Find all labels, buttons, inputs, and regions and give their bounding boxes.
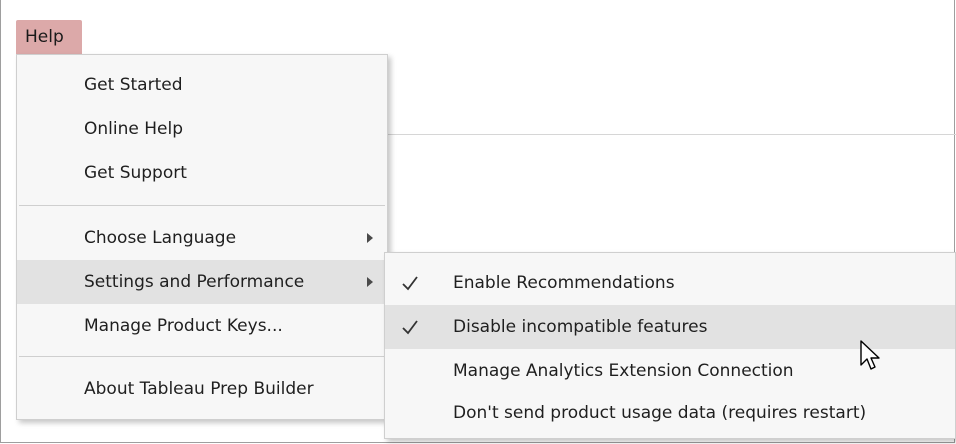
menu-item-label: Choose Language — [84, 228, 237, 248]
menu-item-online-help[interactable]: Online Help — [17, 107, 387, 151]
menu-help-label: Help — [25, 27, 64, 47]
submenu-item-label: Manage Analytics Extension Connection — [453, 361, 794, 381]
help-menu: Get Started Online Help Get Support Choo… — [16, 54, 388, 420]
menu-item-manage-product-keys[interactable]: Manage Product Keys... — [17, 304, 387, 348]
chevron-right-icon — [367, 233, 373, 243]
menu-item-label: Get Support — [84, 163, 187, 183]
menu-item-get-support[interactable]: Get Support — [17, 151, 387, 195]
menu-separator — [19, 205, 385, 206]
chevron-right-icon — [367, 277, 373, 287]
checkmark-icon — [402, 320, 418, 335]
menu-item-get-started[interactable]: Get Started — [17, 63, 387, 107]
submenu-item-label: Don't send product usage data (requires … — [453, 403, 867, 423]
menu-item-label: Settings and Performance — [84, 272, 305, 292]
checkmark-icon — [402, 276, 418, 291]
submenu-item-label: Disable incompatible features — [453, 317, 708, 337]
submenu-item-label: Enable Recommendations — [453, 273, 675, 293]
menu-item-settings-and-performance[interactable]: Settings and Performance — [17, 260, 387, 304]
menu-help[interactable]: Help — [16, 20, 82, 54]
menu-item-choose-language[interactable]: Choose Language — [17, 216, 387, 260]
menu-item-label: About Tableau Prep Builder — [84, 379, 314, 399]
menu-item-label: Manage Product Keys... — [84, 316, 283, 336]
menu-item-label: Online Help — [84, 119, 183, 139]
mouse-pointer-icon — [860, 340, 880, 370]
content-divider — [388, 134, 956, 135]
submenu-item-dont-send-product-usage-data[interactable]: Don't send product usage data (requires … — [385, 391, 955, 435]
menu-separator — [19, 356, 385, 357]
menu-item-label: Get Started — [84, 75, 183, 95]
submenu-item-enable-recommendations[interactable]: Enable Recommendations — [385, 261, 955, 305]
menu-item-about-tableau-prep-builder[interactable]: About Tableau Prep Builder — [17, 367, 387, 411]
